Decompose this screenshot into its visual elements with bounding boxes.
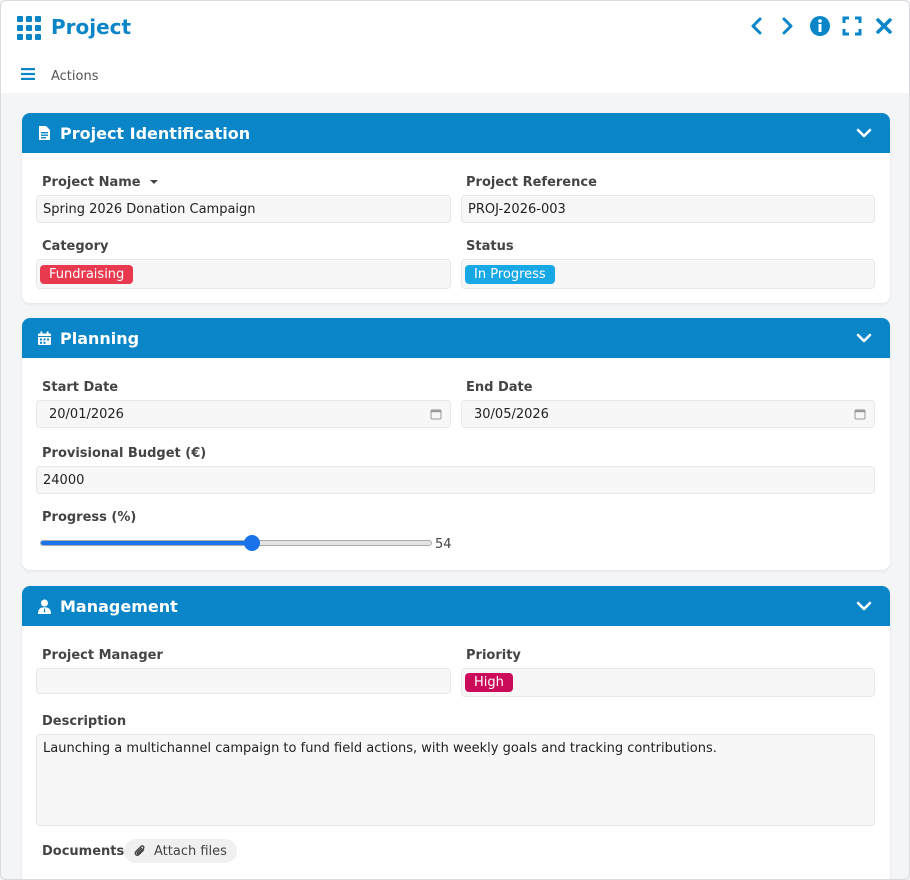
project-name-label: Project Name	[42, 175, 159, 190]
management-header[interactable]: Management	[22, 586, 890, 626]
identification-header[interactable]: Project Identification	[22, 113, 890, 153]
project-manager-label: Project Manager	[42, 648, 163, 663]
priority-field[interactable]: High	[461, 668, 875, 697]
planning-panel: Planning Start Date 20/01/2026 End Date …	[22, 318, 890, 570]
calendar-icon	[36, 330, 52, 346]
actions-menu[interactable]: Actions	[21, 67, 99, 85]
category-label: Category	[42, 239, 109, 254]
chevron-left-icon[interactable]	[745, 15, 767, 37]
planning-header[interactable]: Planning	[22, 318, 890, 358]
close-icon[interactable]	[873, 15, 895, 37]
document-icon	[36, 125, 52, 141]
category-tag: Fundraising	[40, 264, 134, 284]
project-manager-field[interactable]	[36, 668, 451, 694]
management-panel: Management Project Manager Priority High…	[22, 586, 890, 879]
hamburger-icon[interactable]	[21, 67, 35, 85]
progress-slider[interactable]	[40, 535, 432, 551]
chevron-right-icon[interactable]	[777, 15, 799, 37]
window-title: Project	[51, 15, 132, 39]
project-name-field[interactable]: Spring 2026 Donation Campaign	[36, 195, 451, 223]
budget-label: Provisional Budget (€)	[42, 446, 207, 461]
start-date-field[interactable]: 20/01/2026	[36, 400, 451, 428]
progress-fill	[41, 541, 252, 545]
end-date-field[interactable]: 30/05/2026	[461, 400, 875, 428]
project-window: Project Actions Project Identification P…	[0, 0, 910, 880]
priority-label: Priority	[466, 648, 521, 663]
chevron-down-icon[interactable]	[856, 330, 872, 346]
status-field[interactable]: In Progress	[461, 259, 875, 289]
identification-title: Project Identification	[60, 123, 251, 143]
description-field[interactable]: Launching a multichannel campaign to fun…	[36, 734, 875, 826]
documents-label: Documents	[42, 844, 125, 859]
project-reference-field[interactable]: PROJ-2026-003	[461, 195, 875, 223]
calendar-picker-icon[interactable]	[854, 408, 866, 420]
grid-icon	[17, 16, 41, 40]
description-label: Description	[42, 714, 127, 729]
actions-label[interactable]: Actions	[51, 69, 99, 84]
identification-panel: Project Identification Project Name Spri…	[22, 113, 890, 303]
window-controls	[745, 15, 895, 37]
info-icon[interactable]	[809, 15, 831, 37]
project-reference-label: Project Reference	[466, 175, 597, 190]
chevron-down-icon[interactable]	[856, 598, 872, 614]
attach-files-button[interactable]: Attach files	[124, 839, 237, 863]
end-date-label: End Date	[466, 380, 533, 395]
start-date-label: Start Date	[42, 380, 119, 395]
progress-label: Progress (%)	[42, 510, 137, 525]
end-date-value: 30/05/2026	[474, 406, 549, 422]
attach-files-label: Attach files	[154, 843, 227, 859]
titlebar: Project Actions	[1, 1, 909, 93]
planning-title: Planning	[60, 328, 140, 348]
chevron-down-icon[interactable]	[856, 125, 872, 141]
priority-tag: High	[465, 673, 513, 692]
start-date-value: 20/01/2026	[49, 406, 124, 422]
category-field[interactable]: Fundraising	[36, 259, 451, 289]
progress-value: 54	[435, 537, 452, 552]
calendar-picker-icon[interactable]	[430, 408, 442, 420]
user-icon	[36, 598, 52, 614]
budget-field[interactable]: 24000	[36, 466, 875, 494]
management-title: Management	[60, 596, 178, 616]
expand-icon[interactable]	[841, 15, 863, 37]
status-tag: In Progress	[465, 264, 555, 284]
paperclip-icon	[134, 845, 145, 856]
caret-down-icon[interactable]	[149, 178, 159, 186]
status-label: Status	[466, 239, 514, 254]
progress-thumb[interactable]	[244, 535, 260, 551]
